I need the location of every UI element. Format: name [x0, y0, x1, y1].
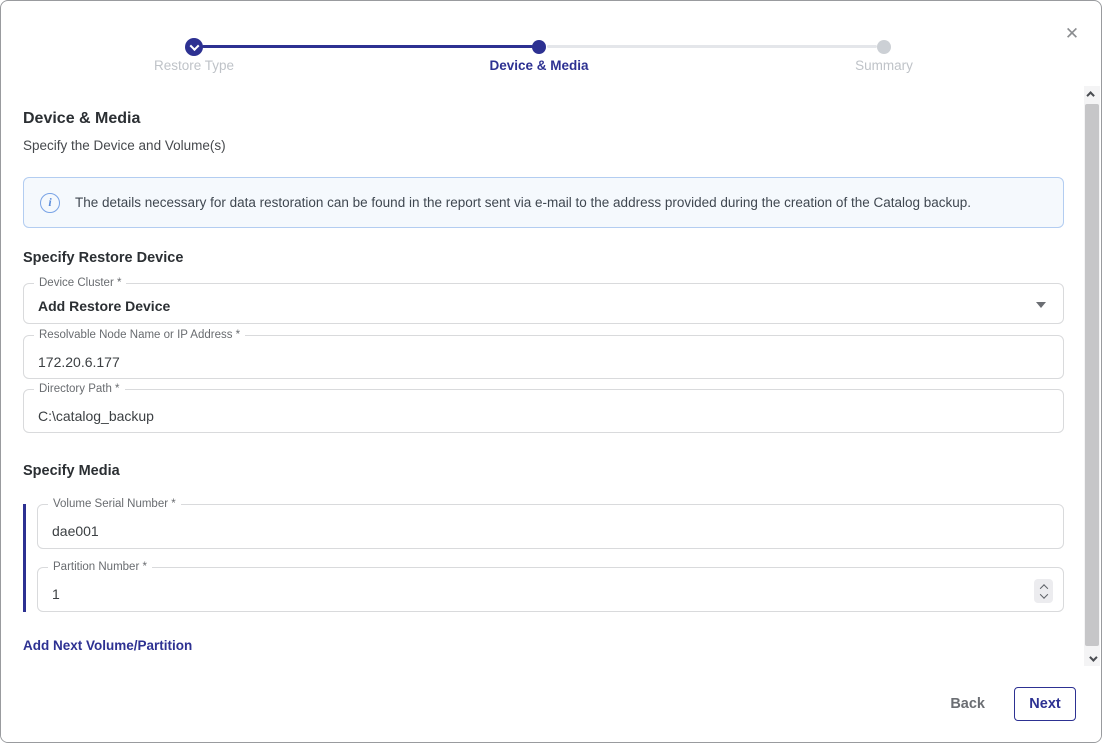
info-icon: i: [40, 193, 60, 213]
node-address-label: Resolvable Node Name or IP Address *: [34, 328, 245, 343]
volume-serial-label: Volume Serial Number *: [48, 497, 181, 512]
device-cluster-value: Add Restore Device: [38, 298, 170, 314]
device-cluster-label: Device Cluster *: [34, 276, 126, 291]
add-next-volume-button[interactable]: Add Next Volume/Partition: [23, 638, 192, 653]
step-device-media-dot[interactable]: [532, 40, 546, 54]
info-banner-text: The details necessary for data restorati…: [75, 195, 971, 210]
number-stepper[interactable]: [1034, 579, 1053, 603]
volume-serial-input[interactable]: [52, 518, 1023, 544]
step-label-summary: Summary: [774, 58, 994, 73]
info-banner: i The details necessary for data restora…: [23, 177, 1064, 228]
device-cluster-select[interactable]: Device Cluster * Add Restore Device: [23, 283, 1064, 324]
next-button[interactable]: Next: [1014, 687, 1076, 721]
directory-path-field: Directory Path *: [23, 389, 1064, 433]
page-title: Device & Media: [23, 109, 1064, 128]
partition-number-label: Partition Number *: [48, 560, 152, 575]
vertical-scrollbar[interactable]: [1084, 86, 1100, 667]
scroll-up-arrow-icon[interactable]: [1084, 86, 1100, 102]
step-label-device-media[interactable]: Device & Media: [429, 58, 649, 73]
directory-path-input[interactable]: [38, 403, 1023, 428]
directory-path-label: Directory Path *: [34, 382, 125, 397]
volume-serial-field: Volume Serial Number *: [37, 504, 1064, 549]
scroll-down-arrow-icon[interactable]: [1084, 651, 1100, 667]
step-restore-type-check-icon[interactable]: [185, 38, 203, 56]
step-summary-dot: [877, 40, 891, 54]
group-accent-bar: [23, 504, 26, 612]
wizard-stepper: Restore Type Device & Media Summary: [1, 1, 1101, 83]
section-heading-media: Specify Media: [23, 462, 1064, 480]
partition-number-field: Partition Number *: [37, 567, 1064, 612]
check-icon: [189, 41, 199, 51]
node-address-field: Resolvable Node Name or IP Address *: [23, 335, 1064, 379]
restore-wizard-dialog: ✕ Restore Type Device & Media Summary De…: [0, 0, 1102, 743]
chevron-down-icon[interactable]: [1036, 302, 1046, 308]
dialog-footer: Back Next: [1, 666, 1101, 742]
stepper-line-upcoming: [547, 45, 877, 48]
step-label-restore-type[interactable]: Restore Type: [84, 58, 304, 73]
partition-number-input[interactable]: [52, 581, 1023, 607]
scrollbar-thumb[interactable]: [1085, 104, 1099, 646]
back-button[interactable]: Back: [950, 696, 985, 712]
volume-partition-group: Volume Serial Number * Partition Number …: [23, 504, 1064, 612]
node-address-input[interactable]: [38, 349, 1023, 374]
wizard-content: Device & Media Specify the Device and Vo…: [1, 86, 1085, 666]
stepper-line-completed: [202, 45, 533, 48]
page-subtitle: Specify the Device and Volume(s): [23, 137, 1064, 154]
chevron-down-icon[interactable]: [1039, 590, 1047, 598]
section-heading-restore-device: Specify Restore Device: [23, 249, 1064, 267]
